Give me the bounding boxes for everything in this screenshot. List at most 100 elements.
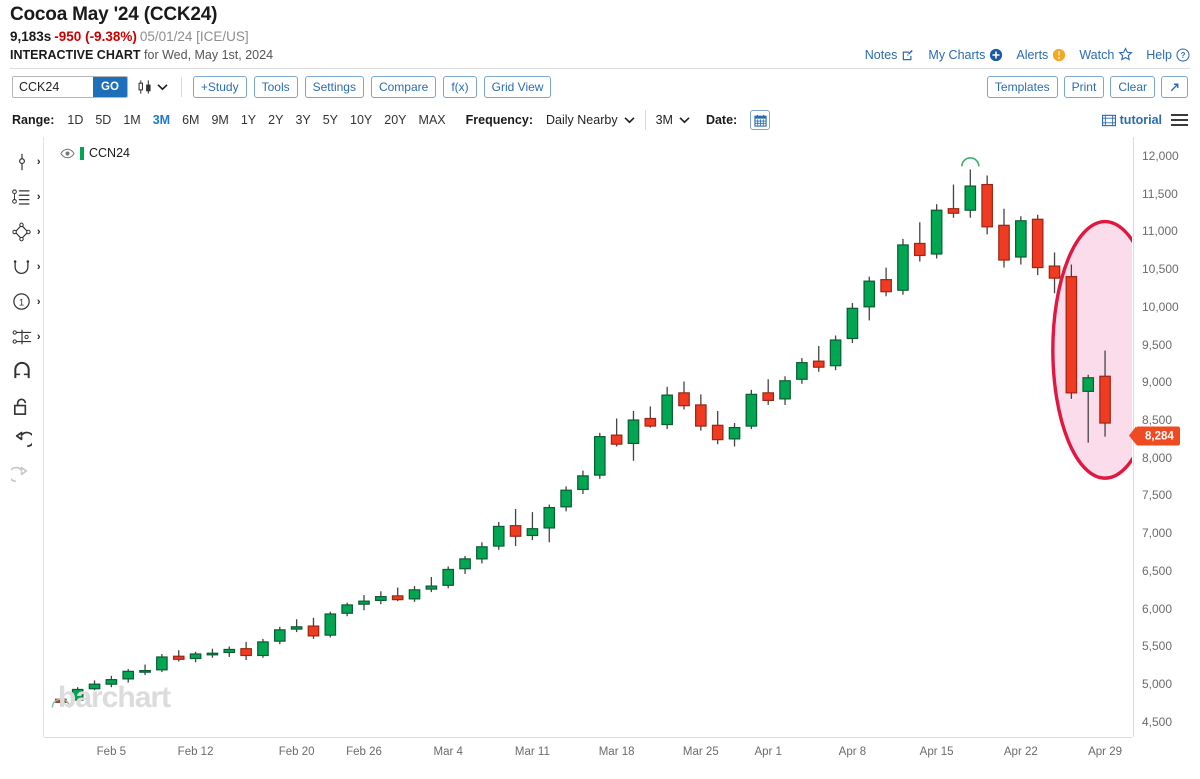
page-header: Cocoa May '24 (CCK24) 9,183s -950 (-9.38%… [0, 0, 1200, 69]
frequency-dropdown[interactable]: Daily Nearby [546, 113, 635, 127]
range-option-1m[interactable]: 1M [117, 113, 146, 127]
toolbar-right-group: Templates Print Clear [986, 76, 1188, 98]
date-tick: Mar 18 [598, 746, 635, 758]
candle [762, 379, 775, 405]
go-button[interactable]: GO [93, 77, 127, 97]
candle-body [796, 362, 808, 380]
symbol-search-box[interactable]: GO [12, 76, 128, 98]
calendar-icon[interactable] [750, 110, 771, 130]
notes-link[interactable]: Notes [865, 48, 916, 62]
tutorial-group: tutorial [1101, 113, 1188, 127]
shapes-tool[interactable]: › [1, 215, 43, 248]
candle [240, 641, 252, 661]
range-option-9m[interactable]: 9M [205, 113, 234, 127]
undo-tool[interactable] [1, 425, 43, 458]
print-button[interactable]: Print [1063, 76, 1105, 98]
candle [290, 619, 303, 633]
period-dropdown[interactable]: 3M [656, 113, 690, 127]
notes-edit-icon [901, 48, 915, 62]
tools-button[interactable]: Tools [253, 76, 298, 98]
page-title: Cocoa May '24 (CCK24) [10, 4, 218, 25]
range-option-3y[interactable]: 3Y [289, 113, 316, 127]
range-option-max[interactable]: MAX [413, 113, 452, 127]
candle-body [560, 489, 572, 508]
add-study-button[interactable]: +Study [192, 76, 247, 98]
candle-body [476, 546, 488, 560]
settings-button[interactable]: Settings [304, 76, 364, 98]
date-tick: Mar 25 [682, 746, 719, 758]
candlestick-icon [137, 79, 154, 95]
arc-tool[interactable]: › [1, 250, 43, 283]
range-option-6m[interactable]: 6M [176, 113, 205, 127]
candle-body [930, 209, 943, 255]
date-axis[interactable]: Feb 5 Feb 12 Feb 20 Feb 26 Mar 4 Mar 11 Mar 18… [44, 737, 1132, 772]
candle [627, 410, 640, 461]
range-option-1d[interactable]: 1D [61, 113, 89, 127]
range-option-5d[interactable]: 5D [89, 113, 117, 127]
candle [846, 303, 859, 344]
highlight-ellipse-fill [1052, 221, 1132, 479]
annotation-point-tool[interactable]: › [1, 145, 43, 178]
chevron-down-icon [157, 83, 168, 91]
range-option-1y[interactable]: 1Y [235, 113, 262, 127]
my-charts-link[interactable]: My Charts [928, 48, 1003, 62]
range-option-20y[interactable]: 20Y [378, 113, 412, 127]
clear-button[interactable]: Clear [1110, 76, 1155, 98]
candle [391, 587, 404, 602]
candle-body [492, 525, 505, 547]
candle-body [139, 669, 151, 673]
alert-exclamation-icon [1052, 48, 1066, 62]
symbol-input[interactable] [13, 77, 93, 97]
candlestick-canvas [51, 157, 1132, 708]
price-tick: 6,500 [1142, 563, 1173, 578]
candle [526, 512, 539, 541]
lock-tool[interactable] [1, 390, 43, 423]
chevron-right-icon: › [36, 330, 41, 343]
candle [897, 238, 909, 295]
candle [678, 381, 690, 410]
compare-button[interactable]: Compare [370, 76, 437, 98]
help-link[interactable]: Help ? [1146, 48, 1190, 62]
redo-tool[interactable] [1, 460, 43, 493]
price-tick: 5,500 [1142, 639, 1173, 654]
numbered-marker-tool[interactable]: 1 › [1, 285, 43, 318]
question-circle-icon: ? [1176, 47, 1190, 62]
candle [492, 521, 505, 550]
levels-lines-tool[interactable]: › [1, 180, 43, 213]
measure-tool[interactable]: › [1, 320, 43, 353]
film-icon [1101, 114, 1116, 127]
price-tick: 6,000 [1142, 601, 1173, 616]
candle [509, 509, 522, 547]
plus-circle-icon [989, 48, 1003, 62]
candle [358, 595, 370, 611]
chart-plot-area[interactable]: CCN24 barchart [44, 137, 1132, 737]
candle-body [391, 595, 404, 601]
grid-view-button[interactable]: Grid View [483, 76, 552, 98]
frequency-label: Frequency: [465, 113, 534, 127]
price-axis[interactable]: 12,000 11,500 11,000 10,500 10,000 9,500 9,000… [1129, 137, 1200, 737]
candle-body [375, 596, 387, 601]
period-value: 3M [655, 113, 673, 127]
expand-arrow-icon [1168, 81, 1181, 94]
range-option-10y[interactable]: 10Y [344, 113, 378, 127]
hamburger-menu-icon[interactable] [1171, 113, 1188, 127]
candle-body [627, 419, 640, 445]
chart-type-selector[interactable] [135, 79, 170, 95]
magnet-tool[interactable] [1, 355, 43, 388]
range-option-3m[interactable]: 3M [147, 113, 176, 127]
templates-button[interactable]: Templates [986, 76, 1058, 98]
candle-body [947, 208, 960, 214]
range-option-2y[interactable]: 2Y [262, 113, 289, 127]
alerts-link[interactable]: Alerts [1016, 48, 1066, 62]
watch-link[interactable]: Watch [1079, 47, 1133, 62]
candle-body [223, 648, 236, 654]
functions-button[interactable]: f(x) [443, 76, 477, 98]
tutorial-link[interactable]: tutorial [1101, 113, 1162, 127]
price-tick: 8,500 [1142, 413, 1173, 428]
candle-body [240, 648, 252, 657]
candle-body [964, 185, 977, 211]
expand-button[interactable] [1161, 76, 1188, 98]
eye-icon[interactable] [60, 148, 75, 159]
candle-body [358, 600, 370, 605]
range-option-5y[interactable]: 5Y [317, 113, 344, 127]
